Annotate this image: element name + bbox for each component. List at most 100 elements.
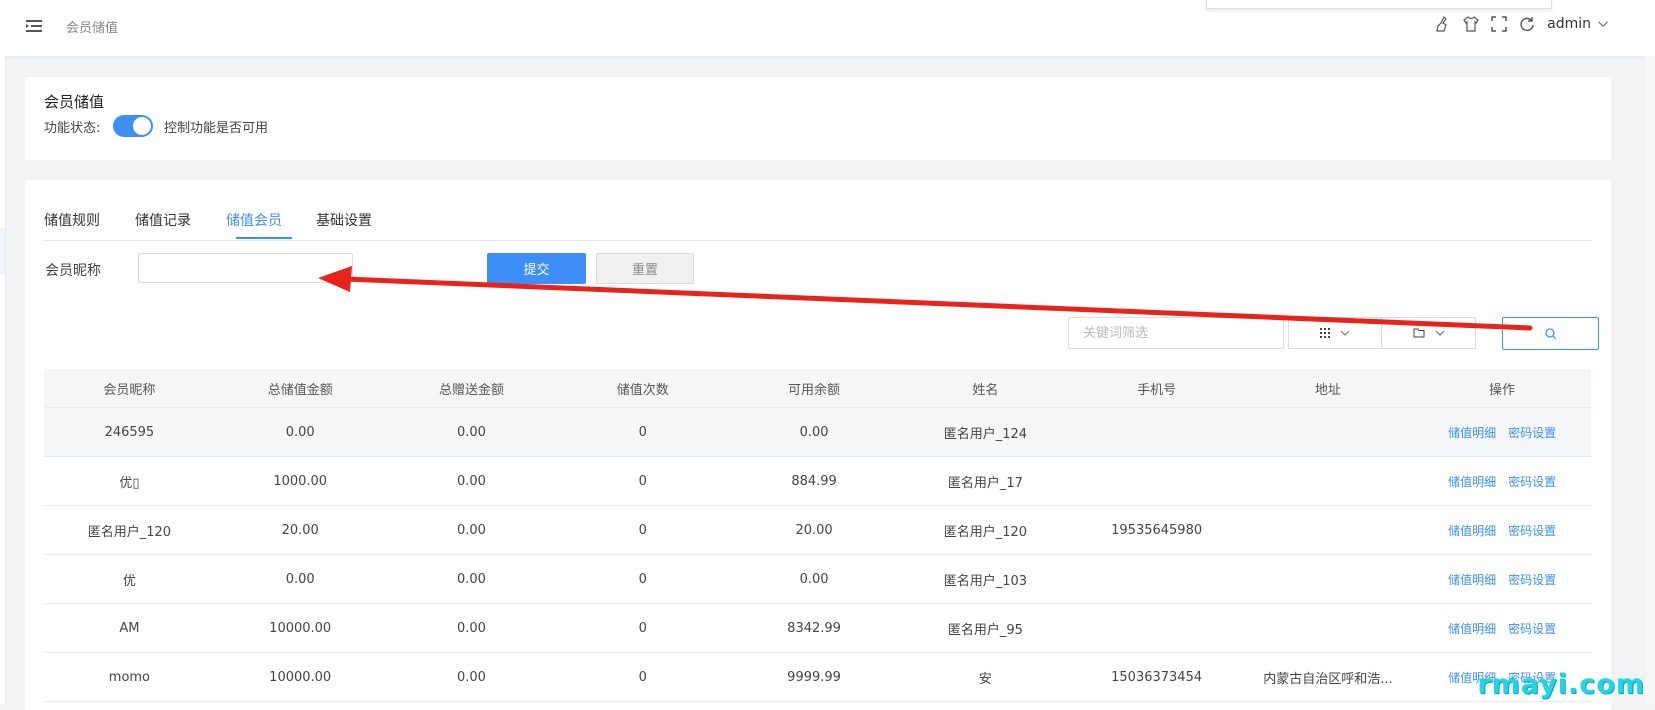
cell-name: 安 [978,671,992,687]
recharge-detail-link[interactable]: 储值明细 [1448,524,1496,538]
cell-actions: 储值明细 密码设置 [1413,571,1591,588]
recharge-detail-link[interactable]: 储值明细 [1448,475,1496,489]
column-header: 总赠送金额 [438,382,504,398]
cell-balance: 8342.99 [787,620,841,636]
cell-phone: 15036373454 [1111,669,1203,685]
cell-name: 匿名用户_120 [943,524,1028,540]
cell-count: 0 [638,424,647,440]
search-icon [1544,327,1556,339]
broom-icon[interactable] [1435,16,1451,32]
refresh-icon[interactable] [1519,16,1535,32]
fullscreen-icon[interactable] [1491,16,1507,32]
cell-count: 0 [638,620,647,636]
password-settings-link[interactable]: 密码设置 [1508,475,1556,489]
members-card: 储值规则 储值记录 储值会员 基础设置 会员昵称 提交 重置 会员昵称 总储值金… [25,180,1611,710]
status-toggle[interactable] [113,115,153,137]
password-settings-link[interactable]: 密码设置 [1508,622,1556,636]
sidebar-active-marker [0,228,5,274]
cell-actions: 储值明细 密码设置 [1413,473,1591,490]
table-row: 优▯ 1000.00 0.00 0 884.99 匿名用户_17 储值明细 密码设… [44,457,1591,506]
cell-balance: 9999.99 [787,669,841,685]
cell-count: 0 [638,571,647,587]
column-header: 操作 [1489,382,1516,398]
cell-total: 1000.00 [273,473,328,489]
cell-total: 0.00 [285,424,315,440]
password-settings-link[interactable]: 密码设置 [1508,426,1556,440]
cell-name: 匿名用户_95 [947,622,1023,638]
chevron-down-icon [1435,330,1444,336]
cell-nickname: momo [108,669,151,685]
cell-name: 匿名用户_103 [943,573,1028,589]
cell-address: 内蒙古自治区呼和浩... [1263,671,1393,687]
recharge-detail-link[interactable]: 储值明细 [1448,573,1496,587]
cell-gift: 0.00 [457,522,486,538]
column-header: 会员昵称 [103,382,156,398]
password-settings-link[interactable]: 密码设置 [1508,524,1556,538]
cell-gift: 0.00 [457,669,486,685]
user-name: admin [1547,16,1591,32]
cell-balance: 0.00 [799,424,829,440]
page-title: 会员储值 [66,21,119,36]
cell-phone: 19535645980 [1111,522,1203,538]
export-dropdown[interactable] [1381,317,1476,349]
toggle-hint: 控制功能是否可用 [164,121,269,136]
table-row: 匿名用户_120 20.00 0.00 0 20.00 匿名用户_120 195… [44,506,1591,555]
table-header: 会员昵称 总储值金额 总赠送金额 储值次数 可用余额 姓名 手机号 地址 操作 [44,369,1591,408]
recharge-detail-link[interactable]: 储值明细 [1448,622,1496,636]
column-header: 可用余额 [788,382,841,398]
cell-nickname: AM [119,620,140,636]
cell-actions: 储值明细 密码设置 [1413,424,1591,441]
column-header: 手机号 [1137,382,1177,398]
cell-count: 0 [638,669,647,685]
toggle-knob [133,117,151,135]
tab-bar: 储值规则 储值记录 储值会员 基础设置 [44,180,1591,241]
cell-nickname: 优▯ [119,475,140,491]
recharge-detail-link[interactable]: 储值明细 [1448,426,1496,440]
tshirt-icon[interactable] [1463,16,1479,32]
table-row: AM 10000.00 0.00 0 8342.99 匿名用户_95 储值明细密… [44,604,1591,653]
tab-recharge-rules[interactable]: 储值规则 [44,210,100,230]
column-header: 储值次数 [616,382,669,398]
cell-actions: 储值明细 密码设置 [1413,522,1591,539]
menu-fold-icon[interactable] [26,18,42,34]
members-table: 会员昵称 总储值金额 总赠送金额 储值次数 可用余额 姓名 手机号 地址 操作 … [44,369,1591,702]
dropdown-popover-edge [1206,0,1552,9]
page-scrollbar[interactable] [1644,56,1655,704]
cell-total: 10000.00 [269,669,332,685]
reset-button[interactable]: 重置 [596,253,694,284]
chevron-down-icon [1598,21,1608,28]
cell-count: 0 [638,473,647,489]
cell-nickname: 匿名用户_120 [87,524,172,540]
keyword-filter-input[interactable] [1068,317,1284,349]
header-actions: admin [1435,16,1609,32]
cell-balance: 0.00 [799,571,829,587]
tab-recharge-records[interactable]: 储值记录 [135,210,191,230]
status-label: 功能状态: [44,121,101,136]
user-menu[interactable]: admin [1547,16,1609,32]
column-header: 地址 [1314,382,1341,398]
cell-gift: 0.00 [457,571,486,587]
column-header: 总储值金额 [267,382,333,398]
submit-button[interactable]: 提交 [487,253,586,284]
cell-balance: 884.99 [791,473,837,489]
tab-basic-settings[interactable]: 基础设置 [316,210,372,230]
settings-title: 会员储值 [44,93,105,111]
cell-total: 20.00 [281,522,319,538]
sidebar-collapsed [0,56,6,704]
cell-gift: 0.00 [457,473,486,489]
cell-balance: 20.00 [795,522,833,538]
search-button[interactable] [1502,317,1599,350]
grid-icon [1320,328,1330,338]
cell-name: 匿名用户_17 [947,475,1023,491]
cell-nickname: 246595 [104,424,155,440]
folder-icon [1413,328,1424,338]
password-settings-link[interactable]: 密码设置 [1508,573,1556,587]
cell-total: 0.00 [285,571,315,587]
nickname-input[interactable] [138,253,353,283]
column-header: 姓名 [972,382,999,398]
settings-card: 会员储值 功能状态: 控制功能是否可用 [25,77,1611,160]
cell-total: 10000.00 [269,620,332,636]
table-row: momo 10000.00 0.00 0 9999.99 安 150363734… [44,653,1591,702]
tab-recharge-members[interactable]: 储值会员 [226,210,282,230]
columns-dropdown[interactable] [1288,317,1382,349]
